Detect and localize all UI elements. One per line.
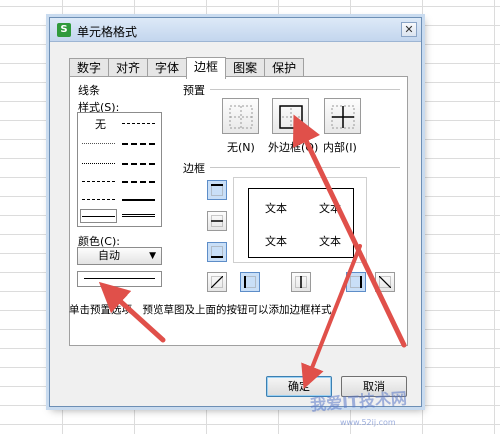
line-style-medium-dash-dot[interactable] [122, 163, 155, 165]
preset-inside-button[interactable] [324, 98, 361, 134]
border-bottom-icon [211, 246, 223, 258]
line-style-thin[interactable] [82, 216, 115, 217]
tab-font[interactable]: 字体 [147, 58, 188, 78]
border-none-icon [229, 105, 253, 129]
preview-text-bottom-left: 文本 [265, 235, 287, 248]
border-separator [210, 167, 400, 168]
preset-outline-label: 外边框(O) [268, 141, 319, 154]
tab-border[interactable]: 边框 [186, 57, 227, 79]
tab-alignment[interactable]: 对齐 [108, 58, 149, 78]
presets-group-label: 预置 [183, 84, 205, 97]
watermark-url: www.52ij.com [340, 418, 396, 427]
border-right-icon [350, 276, 362, 288]
preset-none-label: 无(N) [227, 141, 255, 154]
border-diagonal-up-button[interactable] [207, 272, 227, 292]
line-style-list: 无 [77, 112, 162, 227]
preview-text-top-right: 文本 [319, 202, 341, 215]
preset-none-button[interactable] [222, 98, 259, 134]
border-group-label: 边框 [183, 162, 205, 175]
wps-app-icon: S [57, 23, 71, 37]
border-inside-horizontal-icon [211, 215, 223, 227]
line-style-dash-dot-dot[interactable] [122, 123, 155, 124]
border-inside-vertical-icon [295, 276, 307, 288]
preview-text-top-left: 文本 [265, 202, 287, 215]
border-right-button[interactable] [346, 272, 366, 292]
line-style-dotted[interactable] [82, 163, 115, 164]
line-preview [77, 271, 162, 287]
preview-text-bottom-right: 文本 [319, 235, 341, 248]
border-diagonal-down-icon [379, 276, 391, 288]
tab-protection[interactable]: 保护 [264, 58, 305, 78]
tab-number[interactable]: 数字 [69, 58, 110, 78]
line-style-double[interactable] [122, 214, 155, 217]
preset-inside-label: 内部(I) [323, 141, 357, 154]
line-group-label: 线条 [78, 84, 100, 97]
border-left-button[interactable] [240, 272, 260, 292]
line-style-none[interactable]: 无 [84, 116, 117, 132]
color-value: 自动 [98, 249, 120, 262]
border-inside-horizontal-button[interactable] [207, 211, 227, 231]
border-diagonal-down-button[interactable] [375, 272, 395, 292]
border-inside-icon [331, 105, 355, 129]
preset-outline-button[interactable] [272, 98, 309, 134]
line-style-dashed[interactable] [82, 199, 115, 200]
border-inside-vertical-button[interactable] [291, 272, 311, 292]
border-left-icon [244, 276, 256, 288]
dialog-titlebar: S 单元格格式 ✕ [50, 18, 421, 42]
border-top-button[interactable] [207, 180, 227, 200]
border-outline-icon [279, 105, 303, 129]
hint-text: 单击预置选项、预览草图及上面的按钮可以添加边框样式。 [69, 304, 342, 316]
border-preview-area[interactable]: 文本 文本 文本 文本 [233, 177, 367, 263]
border-top-icon [211, 184, 223, 196]
border-diagonal-up-icon [211, 276, 223, 288]
dropdown-arrow-icon: ▼ [149, 251, 156, 261]
presets-separator [210, 89, 400, 90]
color-dropdown[interactable]: 自动 ▼ [77, 247, 162, 265]
line-style-medium-dash-dot-dot[interactable] [122, 143, 155, 145]
tab-strip: 数字 对齐 字体 边框 图案 保护 [69, 57, 305, 79]
close-button[interactable]: ✕ [401, 22, 417, 37]
dialog-title: 单元格格式 [77, 25, 138, 39]
line-style-medium[interactable] [122, 199, 155, 201]
line-style-dash-dot[interactable] [82, 181, 115, 182]
border-bottom-button[interactable] [207, 242, 227, 262]
line-style-medium-dashed[interactable] [122, 181, 155, 183]
line-style-hair[interactable] [82, 143, 115, 144]
tab-pattern[interactable]: 图案 [225, 58, 266, 78]
